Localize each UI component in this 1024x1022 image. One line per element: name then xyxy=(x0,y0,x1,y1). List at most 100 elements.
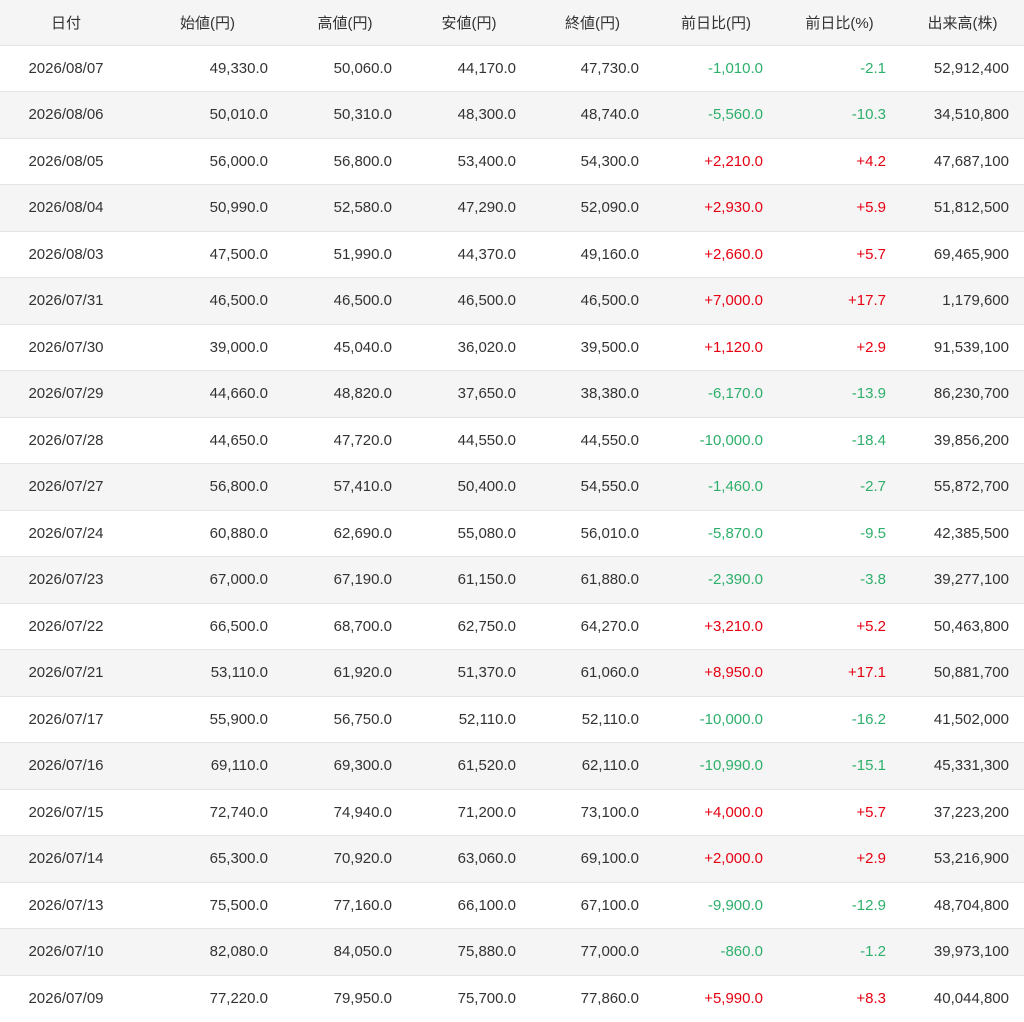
volume-cell: 34,510,800 xyxy=(933,106,1009,124)
low-cell: 61,520.0 xyxy=(457,757,516,775)
low-cell: 52,110.0 xyxy=(458,710,516,728)
close-cell: 56,010.0 xyxy=(580,524,639,542)
volume-cell: 42,385,500 xyxy=(933,524,1009,542)
change-yen-cell: -2,390.0 xyxy=(707,571,763,589)
change-pct-cell: +5.7 xyxy=(856,245,886,263)
volume-cell: 86,230,700 xyxy=(933,385,1009,403)
table-row: 2026/07/10 82,080.0 84,050.0 75,880.0 77,000… xyxy=(0,928,1024,975)
table-body: 2026/08/07 49,330.0 50,060.0 44,170.0 47,730… xyxy=(0,45,1024,1022)
change-pct-cell: -9.5 xyxy=(860,524,886,542)
open-cell: 69,110.0 xyxy=(210,757,268,775)
open-cell: 47,500.0 xyxy=(209,245,268,263)
low-cell: 44,370.0 xyxy=(457,245,516,263)
header-change-yen: 前日比(円) xyxy=(681,14,751,32)
low-cell: 37,650.0 xyxy=(457,385,516,403)
date-cell: 2026/08/06 xyxy=(28,106,104,124)
change-yen-cell: +2,930.0 xyxy=(704,199,763,217)
low-cell: 48,300.0 xyxy=(457,106,516,124)
table-row: 2026/07/13 75,500.0 77,160.0 66,100.0 67,100… xyxy=(0,882,1024,929)
change-pct-cell: +17.7 xyxy=(848,292,886,310)
close-cell: 52,090.0 xyxy=(580,199,639,217)
header-change-pct: 前日比(%) xyxy=(805,14,874,32)
low-cell: 50,400.0 xyxy=(457,478,516,496)
volume-cell: 53,216,900 xyxy=(933,850,1009,868)
change-yen-cell: -5,870.0 xyxy=(707,524,763,542)
high-cell: 61,920.0 xyxy=(333,664,392,682)
date-cell: 2026/07/14 xyxy=(28,850,104,868)
change-yen-cell: -5,560.0 xyxy=(707,106,763,124)
change-yen-cell: +2,210.0 xyxy=(704,152,763,170)
open-cell: 60,880.0 xyxy=(209,524,268,542)
volume-cell: 41,502,000 xyxy=(933,710,1009,728)
table-row: 2026/07/29 44,660.0 48,820.0 37,650.0 38,380… xyxy=(0,370,1024,417)
volume-cell: 37,223,200 xyxy=(933,803,1009,821)
date-cell: 2026/07/16 xyxy=(28,757,104,775)
open-cell: 50,990.0 xyxy=(209,199,268,217)
change-pct-cell: +5.7 xyxy=(856,803,886,821)
change-yen-cell: +5,990.0 xyxy=(704,990,763,1007)
change-pct-cell: +5.2 xyxy=(856,617,886,635)
open-cell: 46,500.0 xyxy=(209,292,268,310)
high-cell: 56,800.0 xyxy=(333,152,392,170)
change-yen-cell: +2,000.0 xyxy=(704,850,763,868)
table-row: 2026/08/05 56,000.0 56,800.0 53,400.0 54,300… xyxy=(0,138,1024,185)
table-row: 2026/07/22 66,500.0 68,700.0 62,750.0 64,270… xyxy=(0,603,1024,650)
change-yen-cell: +8,950.0 xyxy=(704,664,763,682)
change-yen-cell: +3,210.0 xyxy=(704,617,763,635)
table-row: 2026/08/06 50,010.0 50,310.0 48,300.0 48,740… xyxy=(0,91,1024,138)
high-cell: 48,820.0 xyxy=(333,385,392,403)
high-cell: 46,500.0 xyxy=(333,292,392,310)
change-yen-cell: -860.0 xyxy=(720,943,763,961)
open-cell: 66,500.0 xyxy=(209,617,268,635)
low-cell: 46,500.0 xyxy=(457,292,516,310)
close-cell: 54,550.0 xyxy=(580,478,639,496)
volume-cell: 45,331,300 xyxy=(933,757,1009,775)
header-row: 日付 始値(円) 高値(円) 安値(円) 終値(円) 前日比(円) 前日比(%)… xyxy=(0,0,1024,45)
high-cell: 45,040.0 xyxy=(333,338,392,356)
volume-cell: 40,044,800 xyxy=(933,990,1009,1007)
date-cell: 2026/08/07 xyxy=(28,59,104,77)
header-close: 終値(円) xyxy=(565,14,620,32)
change-pct-cell: -10.3 xyxy=(851,106,886,124)
high-cell: 69,300.0 xyxy=(333,757,392,775)
change-pct-cell: -1.2 xyxy=(860,943,886,961)
change-pct-cell: -12.9 xyxy=(851,896,886,914)
low-cell: 63,060.0 xyxy=(457,850,516,868)
close-cell: 47,730.0 xyxy=(580,59,639,77)
change-yen-cell: +4,000.0 xyxy=(704,803,763,821)
volume-cell: 1,179,600 xyxy=(942,292,1009,310)
high-cell: 67,190.0 xyxy=(333,571,392,589)
open-cell: 56,000.0 xyxy=(209,152,268,170)
low-cell: 47,290.0 xyxy=(457,199,516,217)
table-row: 2026/07/14 65,300.0 70,920.0 63,060.0 69,100… xyxy=(0,835,1024,882)
change-yen-cell: -6,170.0 xyxy=(707,385,763,403)
open-cell: 44,650.0 xyxy=(209,431,268,449)
high-cell: 68,700.0 xyxy=(333,617,392,635)
change-yen-cell: -1,460.0 xyxy=(707,478,763,496)
date-cell: 2026/07/27 xyxy=(28,478,104,496)
low-cell: 75,700.0 xyxy=(457,990,516,1007)
close-cell: 61,060.0 xyxy=(580,664,639,682)
change-yen-cell: +1,120.0 xyxy=(704,338,763,356)
high-cell: 70,920.0 xyxy=(333,850,392,868)
low-cell: 44,170.0 xyxy=(457,59,516,77)
volume-cell: 91,539,100 xyxy=(933,338,1009,356)
change-pct-cell: -2.1 xyxy=(860,59,886,77)
table-row: 2026/07/30 39,000.0 45,040.0 36,020.0 39,500… xyxy=(0,324,1024,371)
close-cell: 52,110.0 xyxy=(581,710,639,728)
volume-cell: 69,465,900 xyxy=(933,245,1009,263)
table-row: 2026/07/31 46,500.0 46,500.0 46,500.0 46,500… xyxy=(0,277,1024,324)
close-cell: 49,160.0 xyxy=(580,245,639,263)
open-cell: 82,080.0 xyxy=(209,943,268,961)
low-cell: 44,550.0 xyxy=(457,431,516,449)
date-cell: 2026/07/17 xyxy=(28,710,104,728)
low-cell: 71,200.0 xyxy=(457,803,516,821)
volume-cell: 55,872,700 xyxy=(933,478,1009,496)
open-cell: 67,000.0 xyxy=(209,571,268,589)
date-cell: 2026/07/10 xyxy=(28,943,104,961)
change-yen-cell: +2,660.0 xyxy=(704,245,763,263)
change-pct-cell: -3.8 xyxy=(860,571,886,589)
date-cell: 2026/07/30 xyxy=(28,338,104,356)
volume-cell: 51,812,500 xyxy=(933,199,1009,217)
header-low: 安値(円) xyxy=(441,14,497,32)
